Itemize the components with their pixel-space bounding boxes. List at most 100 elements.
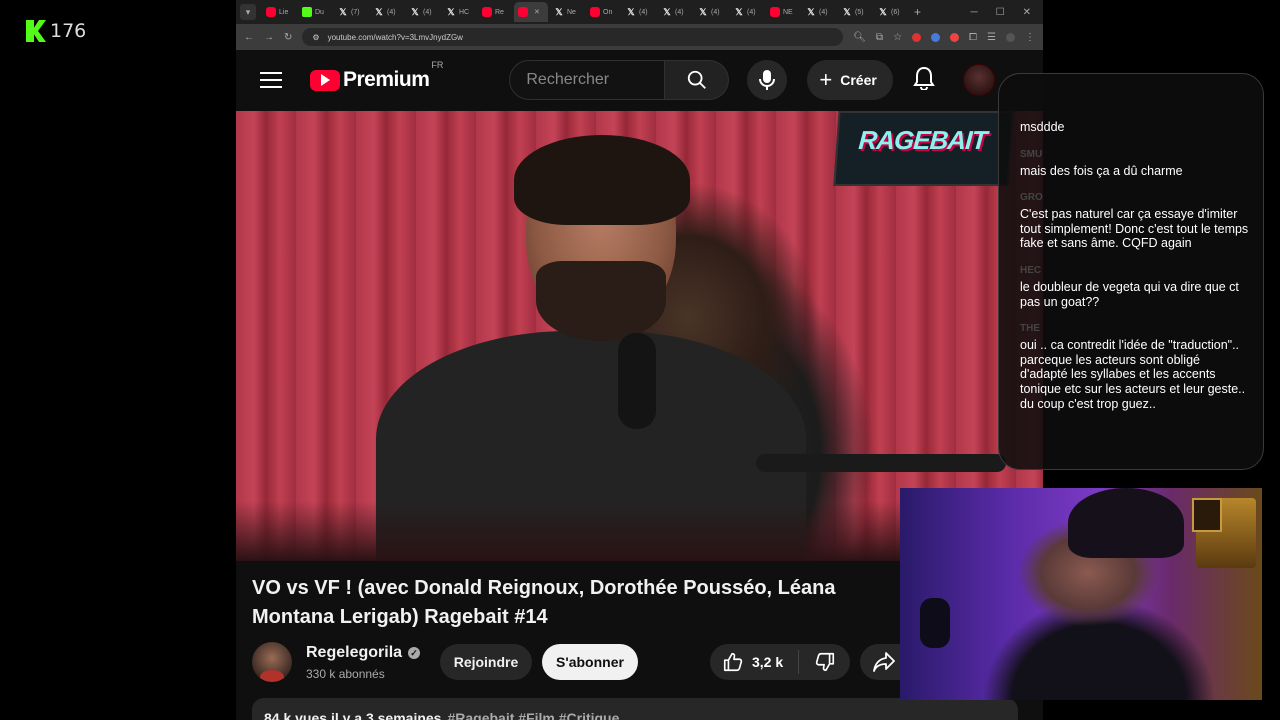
browser-tab[interactable]: 𝕏 (4) (406, 2, 440, 22)
youtube-favicon-icon (482, 7, 492, 17)
close-tab-icon[interactable]: ✕ (534, 8, 540, 16)
site-info-icon[interactable]: ⚙ (312, 33, 319, 42)
like-button[interactable]: 3,2 k (710, 651, 798, 673)
x-favicon-icon: 𝕏 (339, 6, 347, 17)
chat-username: THE (1020, 323, 1040, 335)
bookmark-star-icon[interactable]: ☆ (893, 32, 902, 43)
tab-label: (4) (711, 8, 720, 16)
address-bar: ← → ↻ ⚙ youtube.com/watch?v=3LmvJnydZGw … (236, 24, 1043, 50)
verified-check-icon: ✓ (408, 647, 421, 659)
browser-tab[interactable]: Lie (262, 2, 296, 22)
chat-overlay: msddde SMU mais des fois ça a dû charme GRO… (998, 73, 1264, 470)
notifications-button[interactable] (912, 66, 935, 95)
chat-message: le doubleur de vegeta qui va dire que ct… (1020, 279, 1239, 309)
channel-avatar[interactable] (252, 642, 292, 682)
browser-tab[interactable]: 𝕏 (4) (370, 2, 404, 22)
browser-menu-icon[interactable]: ⋮ (1025, 32, 1035, 43)
podcast-microphone (618, 333, 656, 429)
youtube-play-icon (310, 69, 340, 91)
voice-search-button[interactable] (747, 60, 788, 100)
close-window-icon[interactable]: ✕ (1023, 7, 1031, 18)
tab-label: HC (459, 8, 470, 16)
search-button[interactable] (665, 60, 730, 100)
microphone-icon (759, 70, 776, 90)
youtube-premium-logo[interactable]: Premium FR (310, 60, 443, 92)
url-field[interactable]: ⚙ youtube.com/watch?v=3LmvJnydZGw (302, 28, 844, 46)
webcam-picture-frame (1192, 498, 1222, 532)
browser-tab[interactable]: NE (766, 2, 800, 22)
subscribe-button[interactable]: S'abonner (542, 644, 638, 680)
back-icon[interactable]: ← (244, 32, 254, 43)
pdf-extension-icon[interactable] (912, 32, 922, 42)
search-icon (687, 70, 706, 89)
menu-icon[interactable] (260, 72, 282, 88)
video-person-hair (514, 135, 690, 225)
description-meta: 84 k vues il y a 3 semaines (264, 710, 442, 720)
x-favicon-icon: 𝕏 (555, 6, 563, 17)
minimize-icon[interactable]: ─ (971, 7, 978, 18)
forward-icon[interactable]: → (264, 32, 274, 43)
youtube-favicon-icon (590, 7, 600, 17)
browser-tab[interactable]: 𝕏 (4) (658, 2, 692, 22)
browser-tab[interactable]: Re (478, 2, 512, 22)
dislike-button[interactable] (799, 651, 850, 673)
neon-sign-text: RAGEBAIT (857, 125, 988, 155)
browser-tab[interactable]: 𝕏 Ne (550, 2, 584, 22)
browser-tab[interactable]: 𝕏 (4) (622, 2, 656, 22)
browser-tab[interactable]: 𝕏 (5) (838, 2, 872, 22)
like-dislike-group: 3,2 k (710, 644, 850, 680)
plus-icon: + (819, 67, 833, 92)
stream-viewer-badge: 176 (26, 20, 86, 42)
x-favicon-icon: 𝕏 (627, 6, 635, 17)
new-tab-icon[interactable]: + (914, 5, 921, 19)
bell-icon (912, 66, 935, 91)
record-extension-icon[interactable] (950, 32, 960, 42)
tab-label: Du (315, 8, 324, 16)
zoom-icon[interactable]: 🔍︎ (853, 32, 866, 43)
x-favicon-icon: 𝕏 (447, 6, 455, 17)
tab-label: (4) (387, 8, 396, 16)
install-icon[interactable]: ⧉ (876, 32, 883, 43)
chat-username: SMU (1020, 148, 1043, 160)
url-text: youtube.com/watch?v=3LmvJnydZGw (327, 32, 463, 42)
tab-label: Re (495, 8, 504, 16)
chat-message: mais des fois ça a dû charme (1020, 163, 1183, 178)
viewer-count: 176 (50, 20, 87, 42)
browser-tab[interactable]: Du (298, 2, 332, 22)
browser-tab[interactable]: 𝕏 (4) (802, 2, 836, 22)
youtube-header: Premium FR + Créer (236, 50, 1043, 110)
subscriber-count: 330 k abonnés (306, 667, 385, 681)
youtube-favicon-icon (770, 7, 780, 17)
ragebait-neon-sign: RAGEBAIT (833, 111, 1014, 186)
extensions-puzzle-icon[interactable]: ⧠ (969, 32, 977, 43)
browser-tab[interactable]: 𝕏 (4) (694, 2, 728, 22)
join-button[interactable]: Rejoindre (440, 644, 532, 680)
create-label: Créer (840, 72, 877, 88)
account-avatar[interactable] (962, 64, 995, 96)
reload-icon[interactable]: ↻ (284, 32, 292, 43)
translate-extension-icon[interactable] (931, 32, 941, 42)
x-favicon-icon: 𝕏 (807, 6, 815, 17)
description-box[interactable]: 84 k vues il y a 3 semaines #Ragebait #F… (252, 698, 1018, 720)
x-favicon-icon: 𝕏 (879, 6, 887, 17)
x-favicon-icon: 𝕏 (411, 6, 419, 17)
maximize-icon[interactable]: ☐ (996, 7, 1005, 18)
browser-tab[interactable]: 𝕏 HC (442, 2, 476, 22)
thumbs-up-icon (723, 652, 743, 672)
tab-label: On (603, 8, 613, 16)
search-input[interactable] (509, 60, 666, 100)
reading-list-icon[interactable]: ☰ (987, 32, 996, 43)
chat-message: oui .. ca contredit l'idée de "traductio… (1020, 338, 1246, 411)
browser-tab[interactable]: 𝕏 (7) (334, 2, 368, 22)
tab-label: NE (783, 8, 793, 16)
browser-tab[interactable]: ✕ (514, 2, 548, 22)
profile-icon[interactable] (1006, 32, 1015, 42)
browser-tab[interactable]: 𝕏 (6) (874, 2, 908, 22)
x-favicon-icon: 𝕏 (843, 6, 851, 17)
tab-search-icon[interactable]: ▾ (240, 4, 256, 20)
channel-name-link[interactable]: Regelegorila ✓ (306, 644, 421, 662)
browser-tab[interactable]: 𝕏 (4) (730, 2, 764, 22)
tab-label: (4) (423, 8, 432, 16)
browser-tab[interactable]: On (586, 2, 620, 22)
create-button[interactable]: + Créer (807, 60, 893, 100)
